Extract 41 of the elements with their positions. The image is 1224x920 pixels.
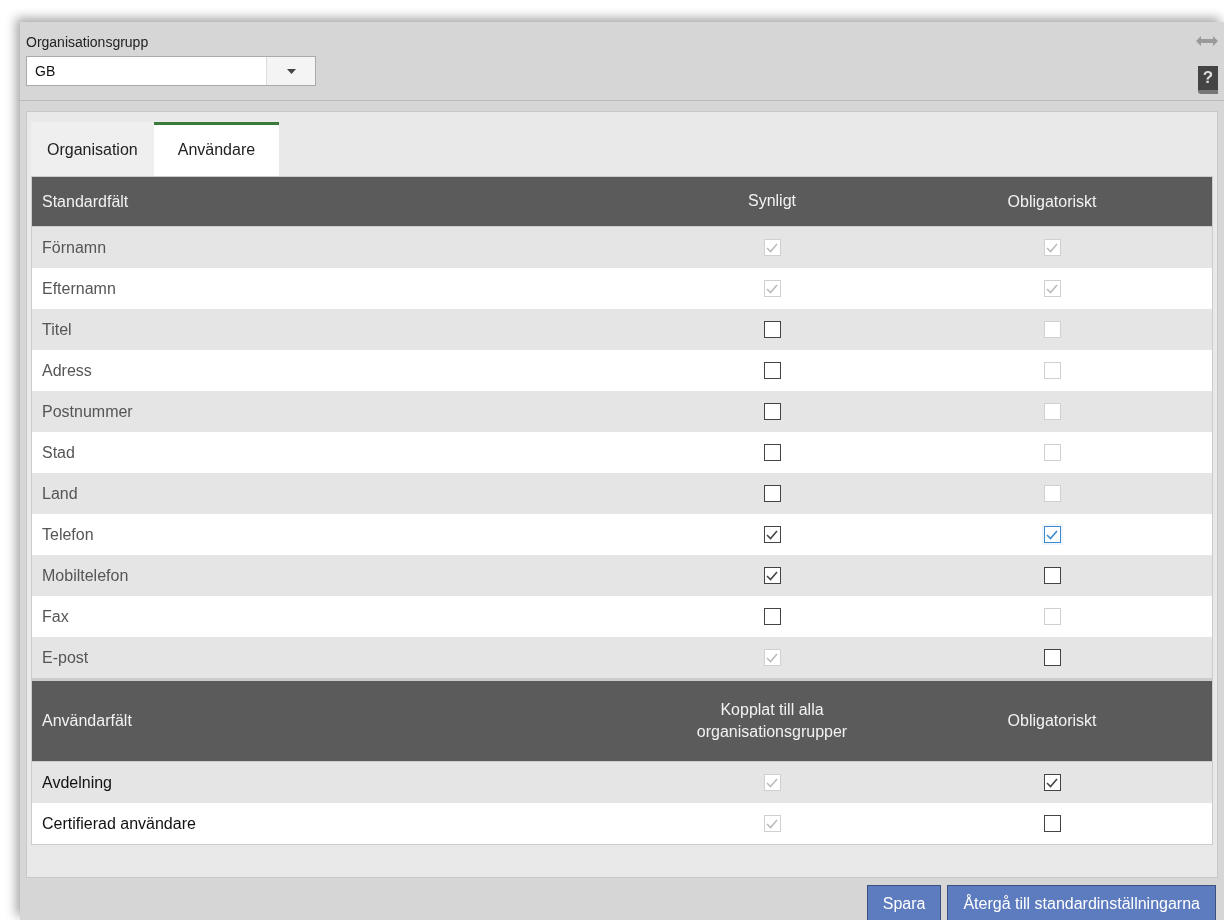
action-button[interactable]: Spara xyxy=(866,885,942,920)
checkbox[interactable] xyxy=(763,321,781,338)
checkbox[interactable] xyxy=(1043,567,1061,584)
checkbox[interactable] xyxy=(1043,526,1061,543)
column-header: Obligatoriskt xyxy=(1006,192,1098,211)
field-name: Avdelning xyxy=(41,773,113,792)
checkbox[interactable] xyxy=(763,485,781,502)
field-name: Mobiltelefon xyxy=(41,566,130,585)
field-name: E-post xyxy=(41,648,90,667)
field-name: Fax xyxy=(41,607,70,626)
field-name: Titel xyxy=(41,320,73,339)
field-name: Postnummer xyxy=(41,402,134,421)
field-name: Telefon xyxy=(41,525,95,544)
field-name: Adress xyxy=(41,361,93,380)
checkbox[interactable] xyxy=(763,608,781,625)
caret-icon xyxy=(286,68,296,74)
column-header: Användarfält xyxy=(41,712,133,730)
column-header: Obligatoriskt xyxy=(1006,712,1098,730)
tab[interactable]: Organisation xyxy=(31,122,154,176)
resize-arrows-icon[interactable] xyxy=(1196,36,1218,46)
checkbox[interactable] xyxy=(1043,815,1061,832)
help-button[interactable]: ? xyxy=(1198,66,1218,94)
checkbox[interactable] xyxy=(763,403,781,420)
checkbox[interactable] xyxy=(763,362,781,379)
column-header: Standardfält xyxy=(41,192,130,211)
column-header: Kopplat till alla organisationsgrupper xyxy=(695,699,849,742)
checkbox[interactable] xyxy=(763,567,781,584)
checkbox[interactable] xyxy=(763,526,781,543)
action-button[interactable]: Återgå till standardinställningarna xyxy=(947,885,1216,920)
field-name: Stad xyxy=(41,443,76,462)
checkbox[interactable] xyxy=(1043,649,1061,666)
field-name: Efternamn xyxy=(41,279,117,298)
column-header: Synligt xyxy=(747,191,797,212)
organisation-group-dropdown[interactable]: GB xyxy=(26,56,316,86)
tab[interactable]: Användare xyxy=(153,122,280,176)
checkbox[interactable] xyxy=(1043,774,1061,791)
checkbox[interactable] xyxy=(763,444,781,461)
field-name: Land xyxy=(41,484,79,503)
field-name: Förnamn xyxy=(41,238,108,257)
field-name: Certifierad användare xyxy=(41,814,197,833)
field-label: Organisationsgrupp xyxy=(26,34,150,50)
